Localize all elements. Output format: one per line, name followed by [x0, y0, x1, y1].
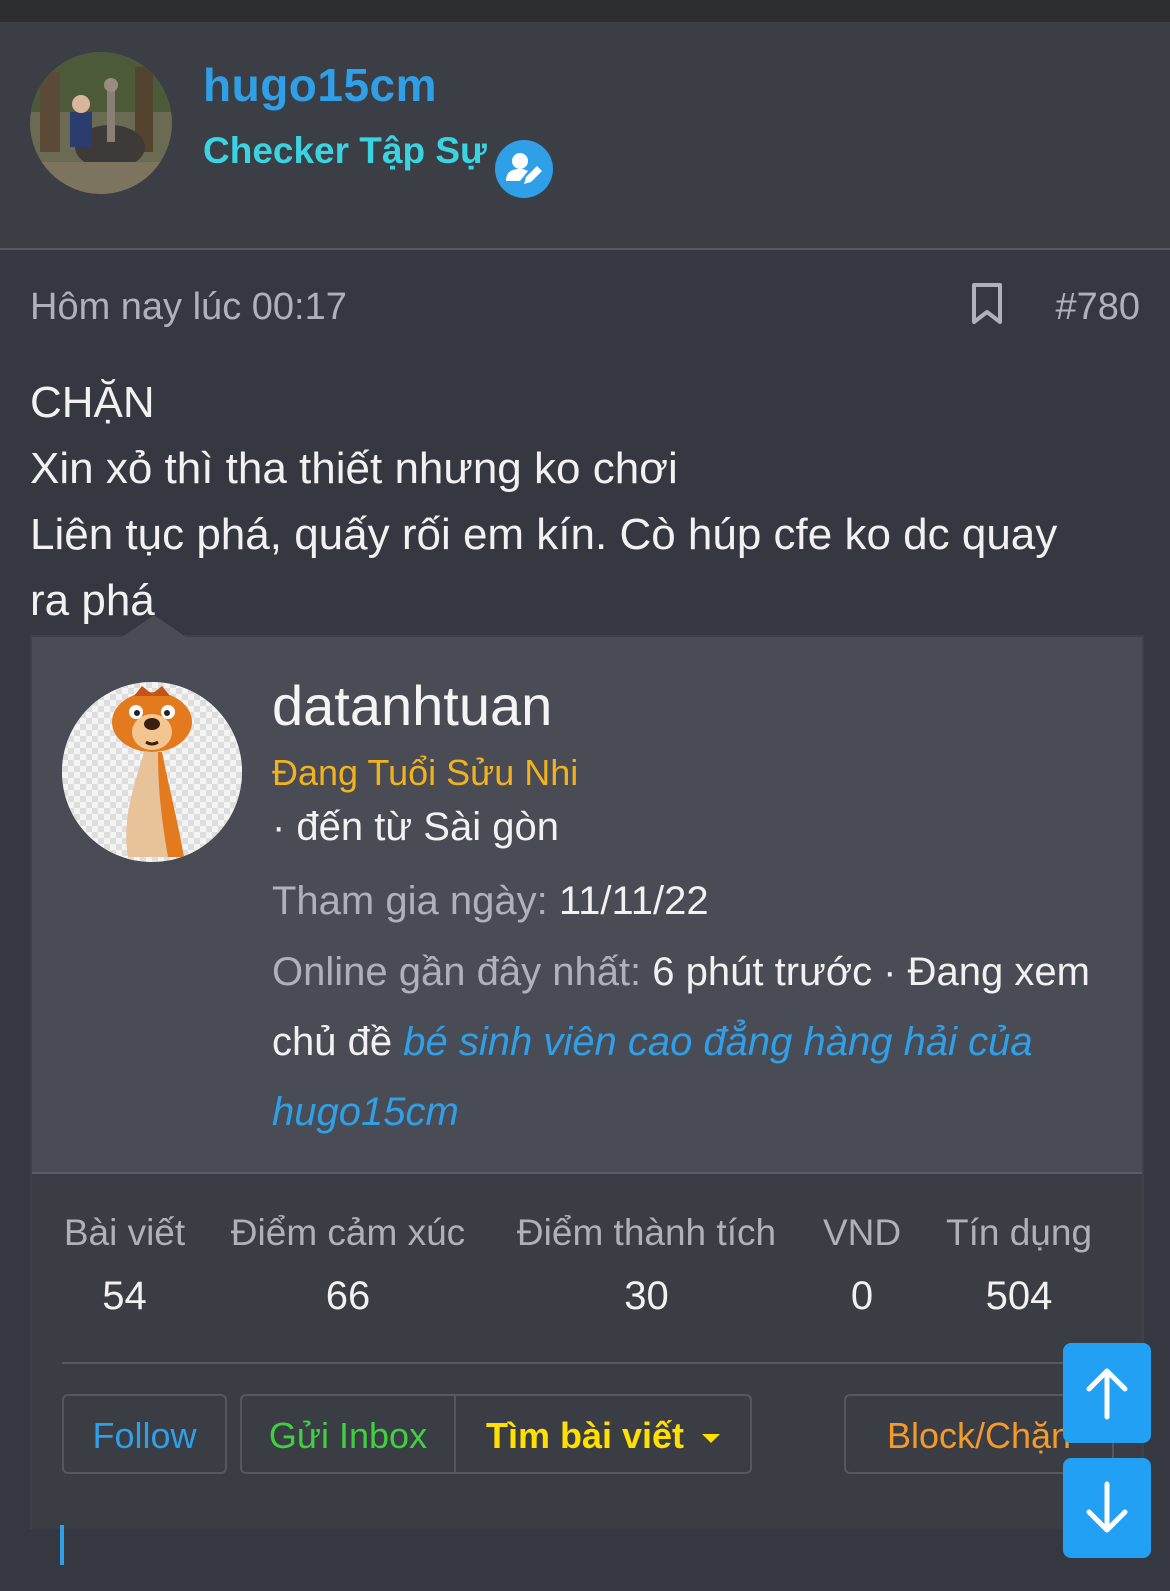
stat-value: 66	[325, 1274, 371, 1318]
joined-label: Tham gia ngày:	[272, 879, 548, 923]
post-text: CHẶN Xin xỏ thì tha thiết nhưng ko chơi …	[30, 370, 1140, 634]
post-body: Hôm nay lúc 00:17 #780 CHẶN Xin xỏ thì t…	[0, 250, 1170, 1591]
member-stats: Bài viết 54 Điểm cảm xúc 66 Điểm thành t…	[32, 1172, 1142, 1529]
member-avatar[interactable]	[62, 682, 242, 862]
author-avatar[interactable]	[30, 52, 172, 194]
stat-credit[interactable]: Tín dụng 504	[944, 1212, 1094, 1319]
author-title: Checker Tập Sự	[203, 130, 487, 171]
stat-value: 0	[850, 1274, 874, 1318]
post-line: CHẶN	[30, 378, 155, 427]
online-label: Online gần đây nhất:	[272, 950, 642, 994]
member-location: · đến từ Sài gòn	[272, 805, 559, 849]
stat-label: Điểm cảm xúc	[230, 1212, 466, 1253]
scroll-top-button[interactable]	[1063, 1343, 1151, 1443]
member-joined: Tham gia ngày: 11/11/22	[272, 879, 709, 924]
stat-vnd[interactable]: VND 0	[822, 1212, 902, 1319]
find-posts-label: Tìm bài viết	[485, 1415, 685, 1456]
arrow-up-icon	[1086, 1368, 1128, 1420]
post-line: ra phá	[30, 576, 155, 625]
member-tooltip-card: datanhtuan Đang Tuổi Sửu Nhi · đến từ Sà…	[30, 615, 1144, 1529]
stat-label: VND	[822, 1212, 902, 1253]
user-edit-icon	[495, 140, 553, 198]
top-bar	[0, 0, 1170, 22]
post-author-header: hugo15cm Checker Tập Sự	[0, 22, 1170, 250]
bookmark-icon[interactable]	[970, 282, 1004, 326]
member-online: Online gần đây nhất: 6 phút trước · Đang…	[272, 937, 1102, 1147]
author-name[interactable]: hugo15cm	[203, 58, 437, 112]
stat-value: 504	[985, 1274, 1053, 1318]
stat-reactions[interactable]: Điểm cảm xúc 66	[228, 1212, 468, 1319]
stat-value: 30	[624, 1274, 669, 1318]
stat-posts[interactable]: Bài viết 54	[62, 1212, 187, 1319]
stat-value: 54	[102, 1274, 147, 1318]
stats-divider	[62, 1362, 1122, 1364]
stat-label: Điểm thành tích	[516, 1212, 777, 1253]
member-name[interactable]: datanhtuan	[272, 673, 552, 738]
stat-label: Bài viết	[63, 1212, 186, 1253]
arrow-down-icon	[1086, 1481, 1128, 1533]
send-inbox-button[interactable]: Gửi Inbox	[240, 1394, 456, 1474]
stat-label: Tín dụng	[945, 1212, 1093, 1253]
joined-value: 11/11/22	[558, 879, 709, 923]
caret-down-icon	[702, 1433, 721, 1443]
find-posts-button[interactable]: Tìm bài viết	[454, 1394, 752, 1474]
follow-button[interactable]: Follow	[62, 1394, 227, 1474]
post-number[interactable]: #780	[1055, 286, 1140, 329]
post-timestamp[interactable]: Hôm nay lúc 00:17	[30, 286, 347, 329]
next-post-edge	[60, 1525, 64, 1565]
stat-trophy-points[interactable]: Điểm thành tích 30	[514, 1212, 779, 1319]
member-rank: Đang Tuổi Sửu Nhi	[272, 752, 579, 793]
post-line: Xin xỏ thì tha thiết nhưng ko chơi	[30, 444, 678, 493]
scroll-bottom-button[interactable]	[1063, 1458, 1151, 1558]
post-line: Liên tục phá, quấy rối em kín. Cò húp cf…	[30, 510, 1058, 559]
card-arrow	[122, 615, 186, 637]
